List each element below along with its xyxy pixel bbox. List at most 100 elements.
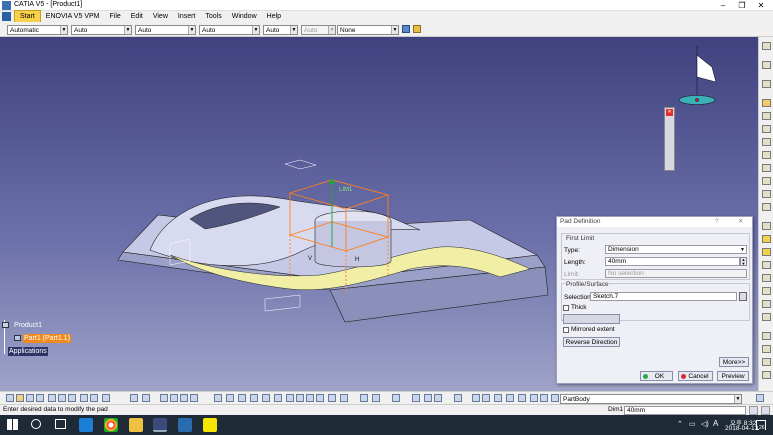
tool-icon[interactable] (392, 394, 400, 402)
task-view-icon[interactable] (55, 419, 66, 429)
rotate-icon[interactable] (250, 394, 258, 402)
tool-icon[interactable] (494, 394, 502, 402)
volume-icon[interactable]: ◁) (701, 420, 709, 428)
menu-tools[interactable]: Tools (200, 11, 226, 22)
tool-icon[interactable] (762, 177, 771, 185)
tool-icon[interactable] (762, 222, 771, 230)
tool-icon[interactable] (434, 394, 442, 402)
tree-node-product1[interactable]: Product1 (13, 321, 43, 330)
tool-icon[interactable] (762, 151, 771, 159)
ok-button[interactable]: OK (640, 371, 673, 381)
open-icon[interactable] (16, 394, 24, 402)
type-select[interactable]: Dimension ▼ (605, 245, 747, 254)
color-combo[interactable]: Automatic ▼ (7, 25, 68, 35)
menu-edit[interactable]: Edit (126, 11, 148, 22)
clock-date[interactable]: 2018-04-13 (725, 425, 758, 432)
tool-icon[interactable] (170, 394, 178, 402)
close-button[interactable]: ✕ (751, 0, 771, 11)
search-icon[interactable] (31, 419, 41, 429)
tool-icon[interactable] (762, 300, 771, 308)
tool-icon[interactable] (340, 394, 348, 402)
app-taskbar-icon[interactable] (178, 418, 192, 432)
minimize-button[interactable]: – (713, 0, 733, 11)
tool-icon[interactable] (762, 358, 771, 366)
views-icon[interactable] (296, 394, 304, 402)
graphic-properties-icon[interactable] (413, 25, 421, 33)
tool-icon[interactable] (180, 394, 188, 402)
tool-icon[interactable] (360, 394, 368, 402)
zoom-out-icon[interactable] (274, 394, 282, 402)
tool-icon[interactable] (530, 394, 538, 402)
edge-icon[interactable] (79, 418, 93, 432)
menu-view[interactable]: View (148, 11, 173, 22)
tray-chevron-icon[interactable]: ⌃ (677, 420, 683, 428)
selection-input[interactable]: Sketch.7 (590, 292, 737, 301)
dim-input[interactable]: 40mm (624, 406, 746, 415)
tool-icon[interactable] (762, 138, 771, 146)
partbody-combo[interactable]: PartBody ▼ (560, 394, 742, 404)
length-spinner[interactable]: ▲ ▼ (740, 257, 747, 266)
menu-insert[interactable]: Insert (173, 11, 201, 22)
close-palette-icon[interactable]: ✕ (666, 109, 673, 116)
tool-icon[interactable] (540, 394, 548, 402)
tool-icon[interactable] (762, 61, 771, 69)
pan-icon[interactable] (238, 394, 246, 402)
view-mode-icon[interactable] (306, 394, 314, 402)
more-button[interactable]: More>> (719, 357, 749, 367)
fit-all-icon[interactable] (226, 394, 234, 402)
tool-icon[interactable] (762, 235, 771, 243)
copy-icon[interactable] (58, 394, 66, 402)
redo-icon[interactable] (90, 394, 98, 402)
tool-icon[interactable] (749, 406, 758, 415)
tool-icon[interactable] (506, 394, 514, 402)
menu-window[interactable]: Window (227, 11, 262, 22)
tool-icon[interactable] (762, 345, 771, 353)
formula-icon[interactable] (130, 394, 138, 402)
line-thickness-combo[interactable]: Auto ▼ (135, 25, 196, 35)
file-explorer-icon[interactable] (129, 418, 143, 432)
tool-icon[interactable] (762, 287, 771, 295)
print-icon[interactable] (36, 394, 44, 402)
line-type-combo[interactable]: Auto ▼ (199, 25, 260, 35)
tool-icon[interactable] (472, 394, 480, 402)
tool-icon[interactable] (412, 394, 420, 402)
tool-icon[interactable] (160, 394, 168, 402)
help-button[interactable]: ? (715, 217, 719, 227)
sketch-icon[interactable] (762, 99, 771, 107)
hide-show-icon[interactable] (316, 394, 324, 402)
tool-icon[interactable] (372, 394, 380, 402)
chrome-icon[interactable] (104, 418, 118, 432)
tool-icon[interactable] (762, 332, 771, 340)
tool-icon[interactable] (762, 274, 771, 282)
normal-view-icon[interactable] (286, 394, 294, 402)
knowledge-icon[interactable] (142, 394, 150, 402)
tree-node-part1[interactable]: Part1 (Part1.1) (23, 334, 71, 343)
paste-icon[interactable] (68, 394, 76, 402)
tool-icon[interactable] (762, 42, 771, 50)
length-input[interactable]: 40mm (605, 257, 740, 266)
tool-icon[interactable] (762, 371, 771, 379)
maximize-button[interactable]: ❐ (732, 0, 752, 11)
new-icon[interactable] (6, 394, 14, 402)
windows-start-icon[interactable] (7, 419, 18, 430)
zoom-in-icon[interactable] (262, 394, 270, 402)
preview-button[interactable]: Preview (717, 371, 749, 381)
tool-icon[interactable] (762, 112, 771, 120)
tool-icon[interactable] (762, 203, 771, 211)
tree-node-applications[interactable]: Applications (8, 347, 48, 356)
transparency-combo[interactable]: Auto ▼ (71, 25, 132, 35)
mirrored-extent-checkbox[interactable] (563, 327, 569, 333)
tool-icon[interactable] (190, 394, 198, 402)
whats-this-icon[interactable] (102, 394, 110, 402)
tool-icon[interactable] (762, 80, 771, 88)
cancel-button[interactable]: Cancel (678, 371, 713, 381)
tool-icon[interactable] (518, 394, 526, 402)
dialog-close-button[interactable]: ✕ (738, 217, 743, 227)
point-type-combo[interactable]: Auto ▼ (263, 25, 298, 35)
layer-combo[interactable]: None ▼ (337, 25, 399, 35)
reverse-direction-button[interactable]: Reverse Direction (563, 337, 620, 347)
menu-enovia[interactable]: ENOVIA V5 VPM (41, 11, 105, 22)
tool-icon[interactable] (762, 125, 771, 133)
thick-checkbox[interactable] (563, 305, 569, 311)
catia-taskbar-icon[interactable] (153, 418, 167, 432)
